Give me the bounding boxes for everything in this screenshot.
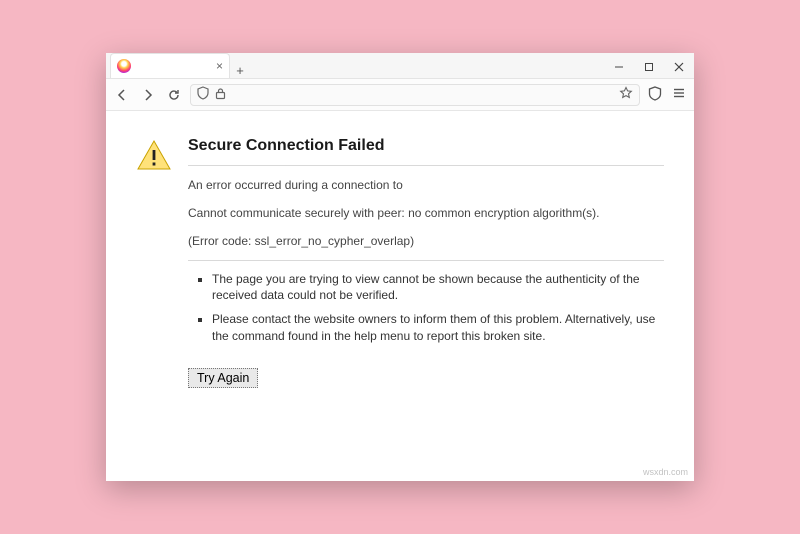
toolbar [106, 79, 694, 111]
maximize-button[interactable] [634, 56, 664, 78]
watermark: wsxdn.com [643, 467, 688, 477]
divider [188, 260, 664, 261]
browser-window: × + [106, 53, 694, 481]
error-code: (Error code: ssl_error_no_cypher_overlap… [188, 234, 664, 248]
window-caption-buttons [604, 56, 694, 78]
active-tab[interactable]: × [110, 53, 230, 78]
tracking-shield-icon[interactable] [197, 86, 209, 103]
error-line-2: Cannot communicate securely with peer: n… [188, 206, 664, 220]
tab-strip: × + [106, 53, 694, 79]
firefox-icon [117, 59, 131, 73]
error-body: Secure Connection Failed An error occurr… [188, 137, 664, 388]
reload-button[interactable] [166, 87, 182, 103]
error-bullets: The page you are trying to view cannot b… [188, 271, 664, 344]
page-content: Secure Connection Failed An error occurr… [106, 111, 694, 481]
error-bullet: Please contact the website owners to inf… [212, 311, 664, 343]
close-window-button[interactable] [664, 56, 694, 78]
minimize-button[interactable] [604, 56, 634, 78]
close-tab-icon[interactable]: × [216, 59, 223, 73]
error-title: Secure Connection Failed [188, 137, 664, 166]
forward-button[interactable] [140, 87, 156, 103]
error-line-1: An error occurred during a connection to [188, 178, 664, 192]
try-again-button[interactable]: Try Again [188, 368, 258, 388]
bookmark-star-icon[interactable] [619, 86, 633, 103]
nav-buttons [114, 87, 182, 103]
new-tab-button[interactable]: + [230, 63, 250, 78]
lock-icon[interactable] [215, 87, 226, 103]
back-button[interactable] [114, 87, 130, 103]
url-bar[interactable] [190, 84, 640, 106]
menu-button[interactable] [672, 86, 686, 104]
warning-icon [136, 139, 172, 174]
error-bullet: The page you are trying to view cannot b… [212, 271, 664, 303]
protection-shield-icon[interactable] [648, 86, 662, 104]
toolbar-right-icons [648, 86, 686, 104]
